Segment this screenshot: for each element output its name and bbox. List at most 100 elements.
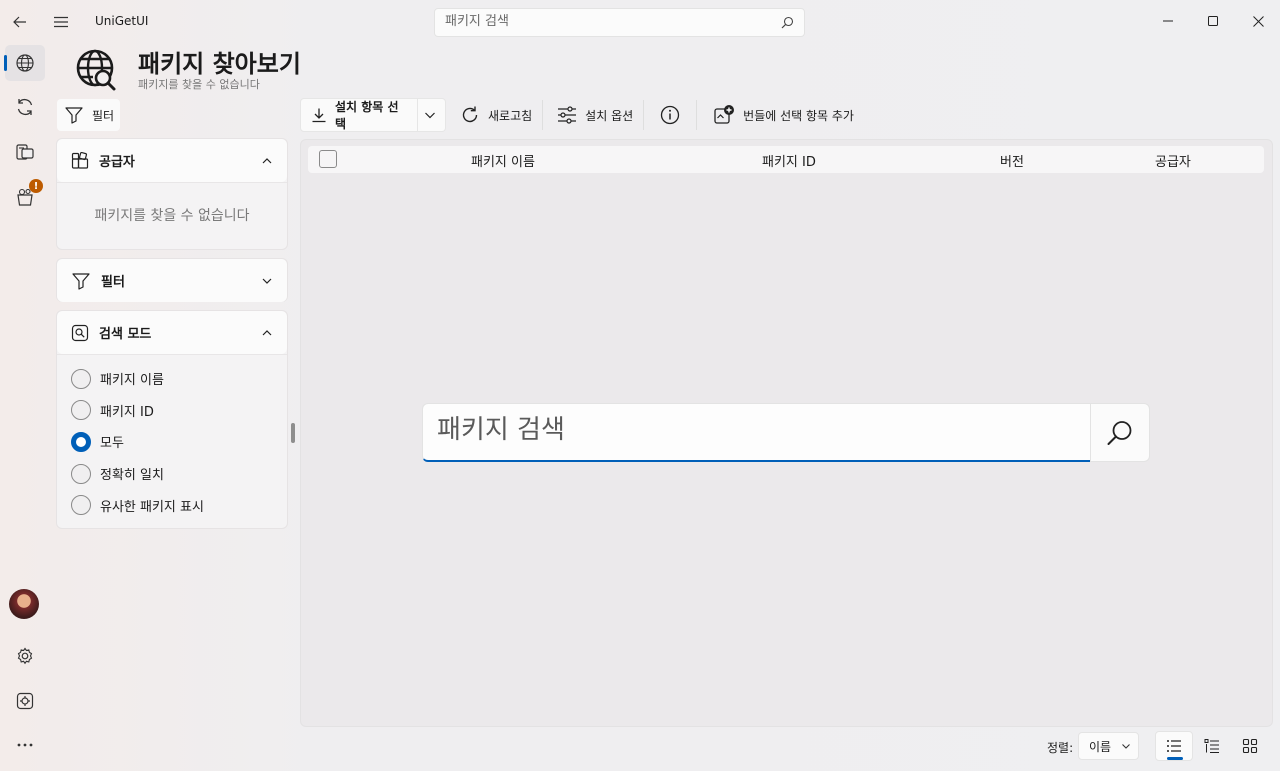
chevron-down-icon	[425, 112, 435, 119]
nav-active-indicator	[4, 55, 7, 71]
nav-discover[interactable]	[5, 45, 45, 81]
view-active-indicator	[1167, 757, 1183, 760]
search-mode-option-exact[interactable]: 정확히 일치	[57, 458, 287, 490]
add-to-bundle-label: 번들에 선택 항목 추가	[743, 108, 854, 123]
nav-more[interactable]	[5, 727, 45, 763]
search-mode-header[interactable]: 검색 모드	[57, 311, 287, 354]
package-details-button[interactable]	[646, 98, 694, 132]
download-icon	[311, 107, 327, 123]
radio-label: 정확히 일치	[100, 468, 164, 484]
radio-label: 패키지 이름	[100, 373, 164, 389]
install-dropdown-button[interactable]	[418, 98, 446, 132]
app-title: UniGetUI	[95, 14, 149, 28]
toolbar: 설치 항목 선택 새로고침 설치 옵션 번들에 선택 항목 추가	[300, 98, 862, 132]
minimize-button[interactable]	[1145, 0, 1191, 42]
radio-button-selected[interactable]	[71, 431, 91, 452]
funnel-icon	[71, 271, 91, 291]
view-grid-button[interactable]	[1231, 731, 1269, 761]
select-all-checkbox[interactable]	[319, 150, 337, 168]
filters-header[interactable]: 필터	[57, 259, 287, 302]
search-icon	[1107, 420, 1132, 445]
info-icon	[661, 105, 680, 125]
radio-button[interactable]	[71, 463, 91, 484]
top-search-input[interactable]	[445, 14, 765, 29]
radio-button[interactable]	[71, 495, 91, 516]
column-header-id[interactable]: 패키지 ID	[762, 151, 816, 170]
maximize-button[interactable]	[1190, 0, 1236, 42]
page-subtitle: 패키지를 찾을 수 없습니다	[138, 78, 260, 91]
chevron-down-icon	[1121, 741, 1131, 751]
search-mode-card: 검색 모드 패키지 이름 패키지 ID 모두 정확히 일치 유사한 패키지 표시	[56, 310, 288, 529]
more-dots-icon	[17, 743, 33, 747]
install-options-button[interactable]: 설치 옵션	[545, 98, 641, 132]
search-mode-option-id[interactable]: 패키지 ID	[57, 395, 287, 427]
hamburger-icon	[54, 16, 68, 28]
funnel-icon	[64, 105, 84, 125]
details-view-icon	[1204, 739, 1219, 754]
refresh-button[interactable]: 새로고침	[454, 98, 540, 132]
search-icon[interactable]	[781, 16, 794, 29]
sort-label: 정렬:	[1047, 741, 1074, 755]
add-to-bundle-button[interactable]: 번들에 선택 항목 추가	[699, 98, 862, 132]
chevron-up-icon[interactable]	[261, 155, 273, 167]
package-list-header: 패키지 이름 패키지 ID 버전 공급자	[308, 146, 1264, 173]
maximize-icon	[1208, 16, 1218, 26]
filter-toggle-button[interactable]: 필터	[57, 99, 120, 131]
radio-button[interactable]	[71, 400, 91, 421]
nav-package-managers[interactable]	[5, 683, 45, 719]
radio-label: 유사한 패키지 표시	[100, 499, 204, 515]
install-options-label: 설치 옵션	[585, 108, 634, 123]
nav-settings[interactable]	[5, 638, 45, 674]
main-search-button[interactable]	[1090, 403, 1150, 462]
sliders-icon	[557, 105, 577, 125]
installed-packages-icon	[16, 144, 34, 160]
menu-button[interactable]	[45, 6, 77, 38]
search-mode-icon	[71, 324, 89, 342]
refresh-icon	[17, 98, 33, 116]
sources-title: 공급자	[99, 155, 135, 170]
refresh-icon	[460, 105, 480, 125]
toolbar-separator	[542, 100, 544, 130]
managers-gear-icon	[16, 692, 34, 710]
nav-updates[interactable]	[5, 89, 45, 125]
sort-value: 이름	[1089, 739, 1112, 754]
column-header-version[interactable]: 버전	[1000, 151, 1024, 170]
close-button[interactable]	[1235, 0, 1280, 42]
discover-globe-icon	[74, 48, 118, 92]
search-mode-option-name[interactable]: 패키지 이름	[57, 363, 287, 395]
sources-empty-text: 패키지를 찾을 수 없습니다	[94, 208, 250, 224]
back-button[interactable]	[4, 6, 36, 38]
list-view-icon	[1167, 740, 1181, 752]
chevron-down-icon[interactable]	[261, 275, 273, 287]
refresh-label: 새로고침	[488, 108, 533, 123]
chevron-up-icon[interactable]	[261, 327, 273, 339]
main-search-input[interactable]	[437, 415, 1037, 445]
main-search-box[interactable]	[422, 403, 1091, 462]
view-details-button[interactable]	[1193, 731, 1231, 761]
column-header-source[interactable]: 공급자	[1155, 151, 1191, 170]
radio-button[interactable]	[71, 368, 91, 389]
search-mode-option-similar[interactable]: 유사한 패키지 표시	[57, 489, 287, 521]
sources-header[interactable]: 공급자	[57, 139, 287, 182]
add-to-bundle-icon	[713, 104, 735, 126]
sources-grid-icon	[71, 151, 89, 170]
grid-view-icon	[1242, 738, 1258, 754]
radio-label: 패키지 ID	[100, 404, 154, 420]
back-arrow-icon	[13, 16, 26, 28]
close-icon	[1252, 15, 1264, 27]
install-selected-button[interactable]: 설치 항목 선택	[300, 98, 418, 132]
search-mode-option-all[interactable]: 모두	[57, 426, 287, 458]
page-title: 패키지 찾아보기	[138, 50, 301, 78]
toolbar-separator	[643, 100, 645, 130]
sort-dropdown[interactable]: 이름	[1078, 732, 1139, 760]
top-search-box[interactable]	[434, 8, 805, 37]
minimize-icon	[1163, 20, 1173, 22]
sidebar-splitter-handle[interactable]	[291, 423, 295, 443]
filters-card: 필터	[56, 258, 288, 302]
column-header-name[interactable]: 패키지 이름	[471, 151, 535, 170]
gear-icon	[17, 647, 33, 665]
nav-installed[interactable]	[5, 134, 45, 170]
bundle-warning-badge: !	[29, 179, 43, 193]
install-selected-label: 설치 항목 선택	[335, 100, 399, 131]
avatar[interactable]	[9, 589, 39, 619]
